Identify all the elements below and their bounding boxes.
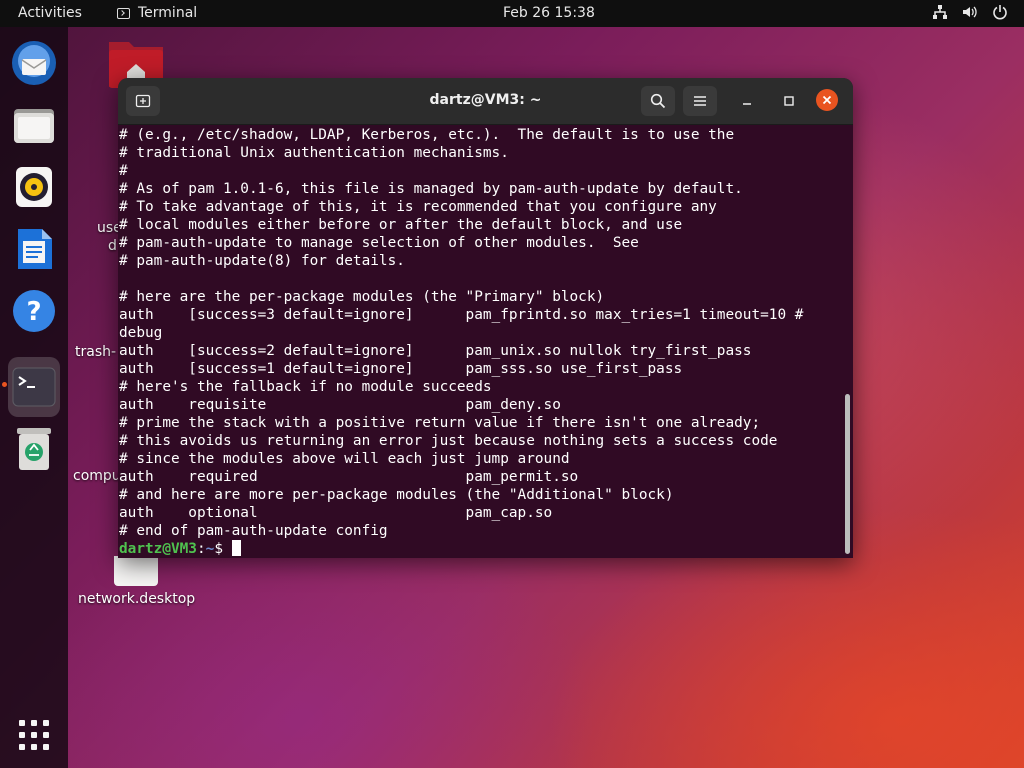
terminal-line: auth [success=1 default=ignore] pam_sss.… <box>119 361 683 377</box>
prompt-user: dartz@VM3 <box>119 541 197 557</box>
terminal-line: # local modules either before or after t… <box>119 217 683 233</box>
terminal-line: # since the modules above will each just… <box>119 451 570 467</box>
close-button[interactable] <box>816 89 838 111</box>
activities-button[interactable]: Activities <box>18 5 82 21</box>
terminal-titlebar[interactable]: dartz@VM3: ~ <box>118 78 853 125</box>
dock: ? <box>0 27 68 768</box>
terminal-line: # <box>119 163 128 179</box>
desktop-label-trash: trash- <box>75 344 117 360</box>
terminal-line: # As of pam 1.0.1-6, this file is manage… <box>119 181 743 197</box>
desktop-label-network[interactable]: network.desktop <box>78 591 195 607</box>
terminal-line: # and here are more per-package modules … <box>119 487 674 503</box>
network-icon[interactable] <box>932 4 948 20</box>
terminal-icon[interactable] <box>8 357 60 417</box>
svg-text:?: ? <box>26 297 41 327</box>
maximize-button[interactable] <box>778 90 800 112</box>
terminal-line: # To take advantage of this, it is recom… <box>119 199 717 215</box>
prompt-line[interactable]: dartz@VM3:~$ <box>118 540 842 558</box>
system-tray[interactable] <box>932 4 1008 20</box>
volume-icon[interactable] <box>962 4 978 20</box>
thunderbird-icon[interactable] <box>8 37 60 89</box>
terminal-line: # pam-auth-update(8) for details. <box>119 253 405 269</box>
help-icon[interactable]: ? <box>8 285 60 337</box>
app-menu[interactable]: Terminal <box>117 5 197 21</box>
terminal-small-icon <box>117 7 130 19</box>
terminal-line: # end of pam-auth-update config <box>119 523 388 539</box>
clock[interactable]: Feb 26 15:38 <box>503 5 595 21</box>
terminal-line: auth required pam_permit.so <box>119 469 579 485</box>
terminal-line: auth [success=3 default=ignore] pam_fpri… <box>119 307 804 323</box>
trash-icon[interactable] <box>8 423 60 475</box>
hamburger-menu-button[interactable] <box>683 86 717 116</box>
scrollbar[interactable] <box>845 394 850 554</box>
libreoffice-writer-icon[interactable] <box>8 223 60 275</box>
terminal-line: # this avoids us returning an error just… <box>119 433 778 449</box>
prompt-symbol: $ <box>214 541 232 557</box>
terminal-line: # here's the fallback if no module succe… <box>119 379 492 395</box>
show-apps-icon[interactable] <box>8 709 60 761</box>
terminal-line: debug <box>119 325 163 341</box>
terminal-line: auth optional pam_cap.so <box>119 505 553 521</box>
desktop-label-computer: compu <box>73 468 121 484</box>
terminal-window[interactable]: dartz@VM3: ~ # (e.g., /etc/shadow, LDAP,… <box>118 78 853 558</box>
top-bar: Activities Terminal Feb 26 15:38 <box>0 0 1024 27</box>
app-menu-label: Terminal <box>138 5 198 21</box>
prompt-separator: : <box>196 541 206 557</box>
files-icon[interactable] <box>8 99 60 151</box>
terminal-line: # traditional Unix authentication mechan… <box>119 145 509 161</box>
network-desktop-file-icon[interactable] <box>114 556 158 586</box>
terminal-line: # pam-auth-update to manage selection of… <box>119 235 639 251</box>
text-cursor <box>231 540 241 556</box>
power-icon[interactable] <box>992 4 1008 20</box>
running-indicator <box>2 382 7 387</box>
rhythmbox-icon[interactable] <box>8 161 60 213</box>
terminal-line: # (e.g., /etc/shadow, LDAP, Kerberos, et… <box>119 127 735 143</box>
terminal-output[interactable]: # (e.g., /etc/shadow, LDAP, Kerberos, et… <box>118 125 842 558</box>
terminal-line: # here are the per-package modules (the … <box>119 289 605 305</box>
terminal-line: # prime the stack with a positive return… <box>119 415 761 431</box>
terminal-line: auth [success=2 default=ignore] pam_unix… <box>119 343 752 359</box>
minimize-button[interactable] <box>736 90 758 112</box>
search-button[interactable] <box>641 86 675 116</box>
terminal-line: auth requisite pam_deny.so <box>119 397 561 413</box>
desktop-label-users-2: d <box>108 238 117 254</box>
